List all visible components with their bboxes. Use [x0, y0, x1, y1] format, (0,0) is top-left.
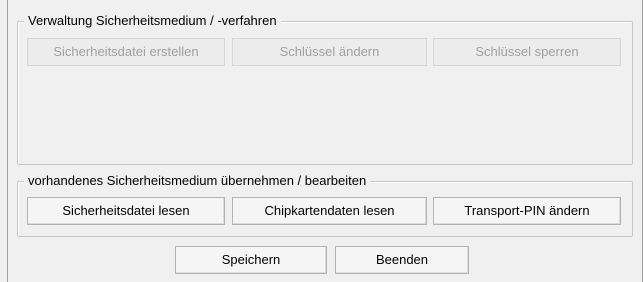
- save-button[interactable]: Speichern: [175, 246, 327, 274]
- group-manage-title: Verwaltung Sicherheitsmedium / -verfahre…: [24, 13, 281, 29]
- change-key-button[interactable]: Schlüssel ändern: [232, 38, 427, 66]
- create-security-file-button[interactable]: Sicherheitsdatei erstellen: [27, 38, 225, 66]
- dialog-left-edge: [7, 0, 8, 282]
- change-transport-pin-button[interactable]: Transport-PIN ändern: [433, 197, 621, 225]
- security-medium-dialog: Verwaltung Sicherheitsmedium / -verfahre…: [0, 0, 643, 282]
- group-existing-title: vorhandenes Sicherheitsmedium übernehmen…: [24, 173, 371, 189]
- lock-key-button[interactable]: Schlüssel sperren: [433, 38, 621, 66]
- exit-button[interactable]: Beenden: [335, 246, 469, 274]
- read-chipcard-data-button[interactable]: Chipkartendaten lesen: [232, 197, 427, 225]
- read-security-file-button[interactable]: Sicherheitsdatei lesen: [27, 197, 225, 225]
